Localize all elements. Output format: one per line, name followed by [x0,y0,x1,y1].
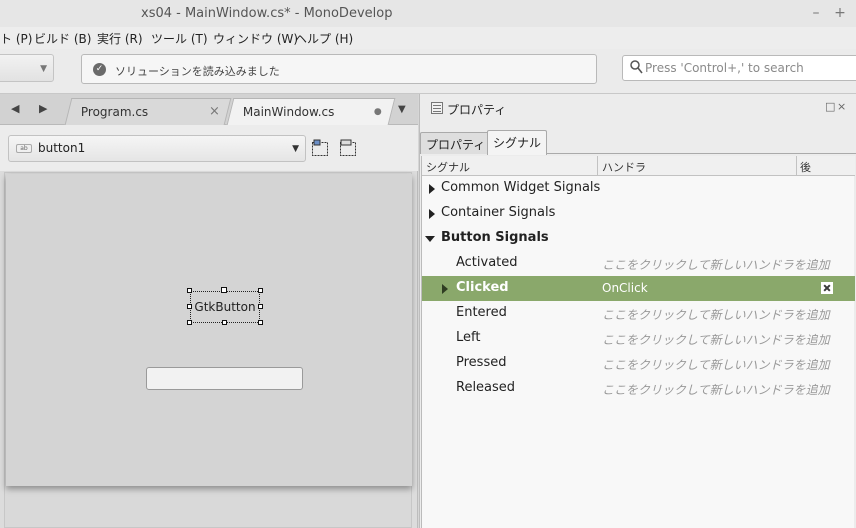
signal-row-left[interactable]: Left ここをクリックして新しいハンドラを追加 [422,326,855,351]
column-divider[interactable] [796,156,797,176]
resize-handle[interactable] [187,304,192,309]
resize-handle[interactable] [222,320,227,325]
gtk-entry[interactable] [146,367,303,390]
expander-closed-icon[interactable] [442,284,448,294]
properties-pad: プロパティ □ × プロパティ シグナル シグナル ハンドラ 後 Common … [419,94,856,528]
document-tab-bar: ◀ ▶ Program.cs × MainWindow.cs ● ▼ [0,94,418,125]
status-text: ソリューションを読み込みました [115,65,280,78]
menu-help[interactable]: ヘルプ (H) [295,30,353,47]
add-handler-field[interactable]: ここをクリックして新しいハンドラを追加 [602,356,830,373]
expander-closed-icon[interactable] [429,184,435,194]
resize-handle[interactable] [258,304,263,309]
widget-selector[interactable]: ab button1 ▼ [8,135,306,162]
close-icon[interactable]: × [837,100,846,113]
title-bar: xs04 - MainWindow.cs* - MonoDevelop – + [0,0,856,27]
pad-title: プロパティ [447,103,507,117]
menu-project[interactable]: ト (P) [0,30,32,47]
tab-label: Program.cs [80,105,149,119]
checkmark-icon: ✓ [93,63,106,76]
chevron-down-icon: ▼ [40,64,47,74]
tab-program-cs[interactable]: Program.cs × [64,98,232,125]
handler-field[interactable]: OnClick [602,281,648,295]
resize-handle[interactable] [258,320,263,325]
signal-label: Pressed [456,355,507,370]
signal-row-clicked[interactable]: Clicked OnClick [422,276,855,301]
signal-row-entered[interactable]: Entered ここをクリックして新しいハンドラを追加 [422,301,855,326]
signal-row-activated[interactable]: Activated ここをクリックして新しいハンドラを追加 [422,251,855,276]
main-toolbar: ▼ ✓ ソリューションを読み込みました [0,49,856,94]
tab-mainwindow-cs[interactable]: MainWindow.cs ● [226,98,396,125]
column-after[interactable]: 後 [800,159,811,175]
menu-tools[interactable]: ツール (T) [151,30,208,47]
minimize-button[interactable]: – [806,3,826,23]
tab-list-dropdown-icon[interactable]: ▼ [398,104,406,115]
widget-selector-label: button1 [38,141,86,155]
pad-tab-bar: プロパティ シグナル [420,130,856,155]
menu-bar: ト (P) ビルド (B) 実行 (R) ツール (T) ウィンドウ (W) ヘ… [0,27,856,49]
signal-row-pressed[interactable]: Pressed ここをクリックして新しいハンドラを追加 [422,351,855,376]
expander-closed-icon[interactable] [429,209,435,219]
signal-group-common-widget[interactable]: Common Widget Signals [422,176,855,201]
column-header-row: シグナル ハンドラ 後 [422,156,855,176]
signal-label: Released [456,380,516,395]
signal-group-label: Container Signals [441,205,556,220]
status-area: ✓ ソリューションを読み込みました [81,54,597,84]
tab-scroll-left-icon[interactable]: ◀ [11,102,19,115]
properties-icon [431,102,443,114]
expander-open-icon[interactable] [425,236,435,242]
search-input[interactable] [645,59,855,77]
editor-pane: ◀ ▶ Program.cs × MainWindow.cs ● ▼ ab bu… [0,94,418,528]
close-icon[interactable]: × [209,104,220,119]
window-title: xs04 - MainWindow.cs* - MonoDevelop [141,6,393,21]
column-signal[interactable]: シグナル [426,159,470,175]
dock-icon[interactable]: □ [825,100,835,113]
signal-group-label: Common Widget Signals [441,180,601,195]
column-handler[interactable]: ハンドラ [602,159,646,175]
configuration-combo[interactable]: ▼ [0,54,54,82]
signal-group-button[interactable]: Button Signals [422,226,855,251]
gtk-button[interactable]: GtkButton [190,291,260,323]
maximize-button[interactable]: + [830,3,850,23]
align-right-icon[interactable] [339,139,357,157]
signal-label: Clicked [456,280,509,295]
button-widget-icon: ab [16,144,32,153]
tab-label: MainWindow.cs [242,105,335,119]
signal-group-label: Button Signals [441,230,549,245]
signals-tree: シグナル ハンドラ 後 Common Widget Signals Contai… [421,156,855,528]
resize-handle[interactable] [221,287,227,293]
signal-label: Entered [456,305,507,320]
menu-run[interactable]: 実行 (R) [97,30,143,47]
designer-toolbar: ab button1 ▼ [0,125,418,171]
tab-properties[interactable]: プロパティ [420,132,492,154]
design-canvas: GtkButton [4,172,412,528]
search-icon [630,60,643,74]
signal-label: Left [456,330,481,345]
add-handler-field[interactable]: ここをクリックして新しいハンドラを追加 [602,256,830,273]
resize-handle[interactable] [187,288,192,293]
modified-dot-icon[interactable]: ● [374,107,382,117]
window-preview: GtkButton [6,174,412,486]
signal-label: Activated [456,255,518,270]
search-box[interactable] [622,55,856,81]
add-handler-field[interactable]: ここをクリックして新しいハンドラを追加 [602,306,830,323]
add-handler-field[interactable]: ここをクリックして新しいハンドラを追加 [602,381,830,398]
chevron-down-icon: ▼ [292,144,299,154]
align-left-icon[interactable] [311,139,329,157]
remove-handler-icon[interactable] [821,282,833,294]
pad-header: プロパティ □ × [420,94,856,122]
signal-row-released[interactable]: Released ここをクリックして新しいハンドラを追加 [422,376,855,401]
tab-signals[interactable]: シグナル [487,130,548,155]
column-divider[interactable] [597,156,598,176]
signal-group-container[interactable]: Container Signals [422,201,855,226]
menu-window[interactable]: ウィンドウ (W) [213,30,298,47]
resize-handle[interactable] [258,288,263,293]
resize-handle[interactable] [187,320,192,325]
tab-scroll-right-icon[interactable]: ▶ [39,102,47,115]
menu-build[interactable]: ビルド (B) [34,30,91,47]
add-handler-field[interactable]: ここをクリックして新しいハンドラを追加 [602,331,830,348]
